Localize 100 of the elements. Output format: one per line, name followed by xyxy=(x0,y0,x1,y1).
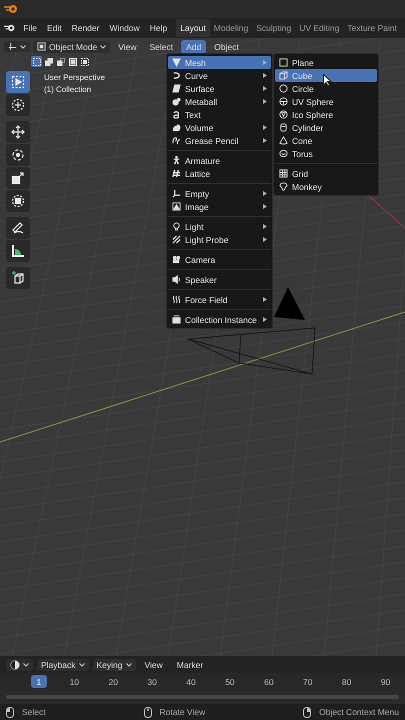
menu-item[interactable]: Collection Instance xyxy=(168,313,271,326)
selection-mode-button[interactable] xyxy=(79,56,90,67)
status-hint: Rotate View xyxy=(160,707,206,717)
workspace-tab[interactable]: UV Editing xyxy=(295,19,344,37)
uvsphere-icon xyxy=(279,97,288,106)
menu-item[interactable]: Grease Pencil xyxy=(168,134,271,147)
frame-tick-label: 50 xyxy=(224,676,236,686)
status-hint: Select xyxy=(22,707,46,717)
tool-button[interactable] xyxy=(6,167,30,189)
menu-item[interactable]: Monkey xyxy=(275,180,377,193)
menu-item[interactable]: Circle xyxy=(275,82,377,95)
menu-item[interactable]: Lattice xyxy=(168,167,271,180)
plane-icon xyxy=(279,58,288,67)
selection-mode-button[interactable] xyxy=(67,56,78,67)
header-menu[interactable]: View xyxy=(113,40,142,54)
timeline-menu[interactable]: View xyxy=(140,658,168,672)
menu-item[interactable]: Cube xyxy=(275,69,377,82)
mode-dropdown[interactable]: Object Mode xyxy=(33,40,110,52)
workspace-tab[interactable]: Sculpting xyxy=(252,19,296,37)
menu-item[interactable]: Curve xyxy=(168,69,271,82)
frame-tick-label: 20 xyxy=(107,676,119,686)
menu-item[interactable]: File xyxy=(18,21,42,35)
menu-item[interactable]: Cylinder xyxy=(275,121,377,134)
status-hint: Object Context Menu xyxy=(319,707,399,717)
tool-button[interactable] xyxy=(6,190,30,212)
editor-type-dropdown[interactable] xyxy=(6,658,33,670)
viewport-info: User Perspective xyxy=(44,73,105,82)
transform-icon xyxy=(11,194,25,208)
menu-item[interactable]: Grid xyxy=(275,167,377,180)
add-cube-icon xyxy=(11,271,25,285)
axes-icon xyxy=(8,42,17,51)
caret-icon xyxy=(100,44,106,48)
menu-item[interactable]: UV Sphere xyxy=(275,95,377,108)
workspace-tab[interactable]: Texture Paint xyxy=(343,19,401,37)
frame-tick-label: 40 xyxy=(185,676,197,686)
tool-button[interactable] xyxy=(6,240,30,262)
tool-button[interactable] xyxy=(6,267,30,289)
menu-item[interactable]: Light xyxy=(168,220,271,233)
header-menu[interactable]: Select xyxy=(144,40,178,54)
force-icon xyxy=(172,295,181,304)
workspace-tab[interactable]: Layout xyxy=(176,19,210,37)
probe-icon xyxy=(172,235,181,244)
menu-item[interactable]: Image xyxy=(168,200,271,213)
timeline-menu[interactable]: Marker xyxy=(172,658,208,672)
menu-item[interactable]: Force Field xyxy=(168,293,271,306)
caret-icon xyxy=(23,662,29,666)
menu-item[interactable]: Cone xyxy=(275,134,377,147)
workspace-tab[interactable]: Modeling xyxy=(210,19,252,37)
light-icon xyxy=(172,222,181,231)
timeline-dropdown[interactable]: Keying xyxy=(92,658,136,670)
caret-icon xyxy=(20,44,26,48)
menu-item[interactable]: Metaball xyxy=(168,95,271,108)
cone-icon xyxy=(279,136,288,145)
cube-icon xyxy=(279,71,288,80)
menu-item[interactable]: Render xyxy=(66,21,104,35)
tool-button[interactable] xyxy=(6,144,30,166)
header-menu[interactable]: Add xyxy=(181,40,206,54)
triangle-drawing xyxy=(274,287,306,321)
selection-mode-button[interactable] xyxy=(43,56,54,67)
menu-item[interactable]: Help xyxy=(144,21,172,35)
menu-item[interactable]: Text xyxy=(168,108,271,121)
menu-item[interactable]: Plane xyxy=(275,56,377,69)
menu-item[interactable]: Empty xyxy=(168,187,271,200)
menu-item[interactable]: Armature xyxy=(168,154,271,167)
menu-item[interactable]: Surface xyxy=(168,82,271,95)
menu-item[interactable]: Torus xyxy=(275,147,377,160)
cursor-icon xyxy=(11,98,25,112)
collection-icon xyxy=(172,315,181,324)
menu-item[interactable]: Window xyxy=(104,21,145,35)
circle-icon xyxy=(279,84,288,93)
camera-icon xyxy=(172,255,181,264)
ruler-icon xyxy=(11,244,25,258)
editor-type-dropdown[interactable] xyxy=(4,41,30,52)
grease-icon xyxy=(172,136,181,145)
menu-item[interactable]: Volume xyxy=(168,121,271,134)
menu-item[interactable]: Speaker xyxy=(168,273,271,286)
menu-item[interactable]: Camera xyxy=(168,253,271,266)
mouse-icon xyxy=(303,706,312,718)
mouse-icon xyxy=(6,706,14,718)
header-menu[interactable]: Object xyxy=(209,40,244,54)
tool-button[interactable] xyxy=(6,121,30,143)
lattice-icon xyxy=(172,169,181,178)
frame-tick-label: 60 xyxy=(263,676,275,686)
menu-item[interactable]: Ico Sphere xyxy=(275,108,377,121)
object-icon xyxy=(37,42,46,51)
grid-icon xyxy=(279,169,288,178)
menu-item[interactable]: Edit xyxy=(42,21,67,35)
timeline-dropdown[interactable]: Playback xyxy=(37,658,88,670)
cylinder-icon xyxy=(279,123,288,132)
surface-icon xyxy=(172,84,181,93)
menu-item[interactable]: Light Probe xyxy=(168,233,271,246)
tool-button[interactable] xyxy=(6,217,30,239)
selection-mode-button[interactable] xyxy=(55,56,66,67)
selection-mode-button[interactable] xyxy=(31,56,42,67)
tool-button[interactable] xyxy=(6,94,30,116)
pencil-icon xyxy=(11,221,25,235)
current-frame-indicator[interactable]: 1 xyxy=(31,675,47,688)
app-logo-icon[interactable] xyxy=(4,23,16,33)
menu-item[interactable]: Mesh xyxy=(168,56,271,69)
image-icon xyxy=(172,202,181,211)
